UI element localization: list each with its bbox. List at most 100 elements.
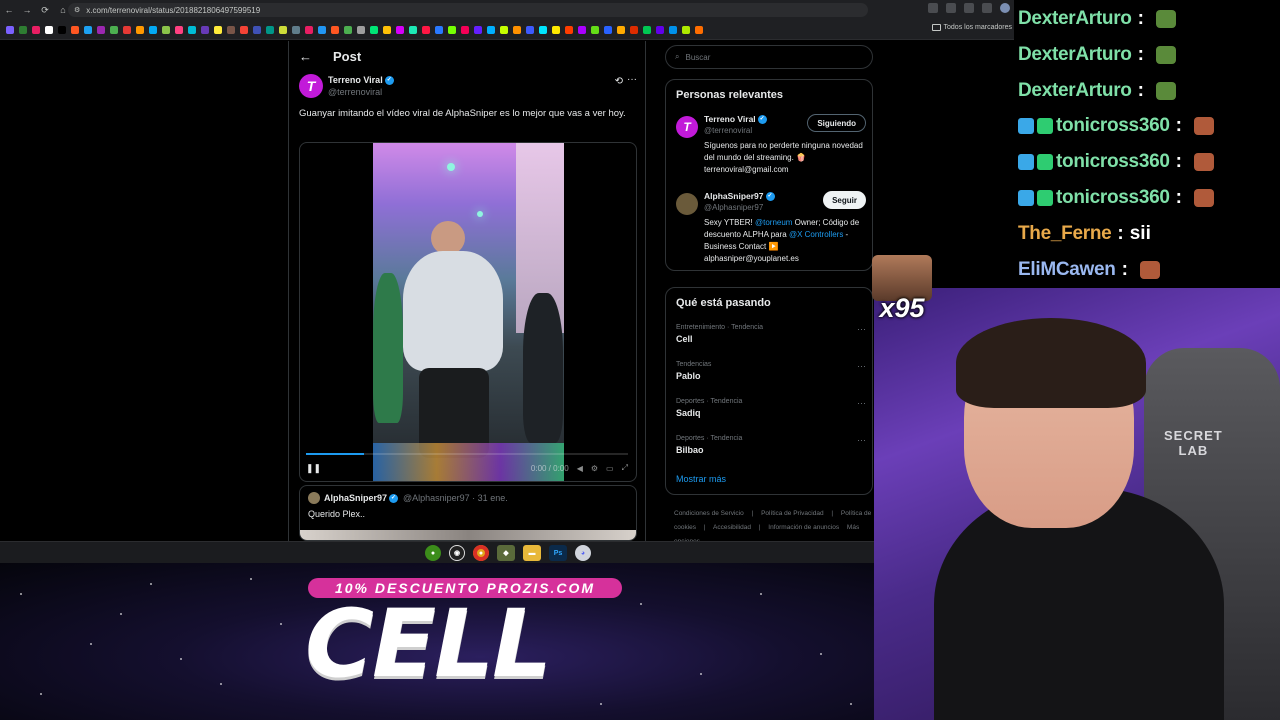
- bookmark-icon[interactable]: [84, 25, 92, 34]
- relevant-person[interactable]: T Terreno Viral ✓ @terrenoviral Síguenos …: [676, 114, 866, 184]
- bookmark-icon[interactable]: [136, 25, 144, 34]
- back-icon[interactable]: ←: [0, 5, 18, 15]
- back-arrow-icon[interactable]: ←: [299, 49, 319, 64]
- video-progress-bar[interactable]: [306, 453, 628, 455]
- more-options-icon[interactable]: ···: [857, 361, 866, 371]
- bookmark-icon[interactable]: [604, 25, 612, 34]
- trend-item[interactable]: Deportes · Tendencia Bilbao ···: [676, 435, 866, 455]
- avatar[interactable]: [308, 492, 320, 504]
- bookmark-icon[interactable]: [487, 25, 495, 34]
- bio-mention-link[interactable]: @X Controllers: [789, 230, 843, 239]
- more-options-icon[interactable]: ···: [857, 398, 866, 408]
- fullscreen-icon[interactable]: ⤢: [622, 463, 628, 473]
- bookmark-icon[interactable]: [448, 25, 456, 34]
- bookmark-icon[interactable]: [344, 25, 352, 34]
- footer-link[interactable]: Accesibilidad: [713, 524, 751, 531]
- more-options-icon[interactable]: ···: [857, 324, 866, 334]
- bookmark-icon[interactable]: [474, 25, 482, 34]
- bookmark-icon[interactable]: [305, 25, 313, 34]
- footer-link[interactable]: Política de Privacidad: [761, 510, 824, 517]
- author-name[interactable]: Terreno Viral: [328, 75, 383, 85]
- follow-button[interactable]: Seguir: [823, 191, 866, 209]
- bookmark-icon[interactable]: [539, 25, 547, 34]
- avatar[interactable]: T: [299, 74, 323, 98]
- bookmark-icon[interactable]: [669, 25, 677, 34]
- search-input[interactable]: [685, 52, 856, 62]
- bookmark-icon[interactable]: [32, 25, 40, 34]
- bookmark-icon[interactable]: [97, 25, 105, 34]
- pause-icon[interactable]: ❚❚: [306, 463, 321, 474]
- trend-name[interactable]: Cell: [676, 334, 866, 344]
- bookmark-icon[interactable]: [175, 25, 183, 34]
- trend-item[interactable]: Entretenimiento · Tendencia Cell ···: [676, 324, 866, 344]
- trend-item[interactable]: Tendencias Pablo ···: [676, 361, 866, 381]
- search-box[interactable]: ⌕: [665, 45, 873, 69]
- show-more-link[interactable]: Mostrar más: [676, 474, 726, 484]
- bookmark-icon[interactable]: [617, 25, 625, 34]
- bookmark-icon[interactable]: [110, 25, 118, 34]
- extension-icon[interactable]: [964, 3, 974, 13]
- bookmark-icon[interactable]: [643, 25, 651, 34]
- bookmark-icon[interactable]: [630, 25, 638, 34]
- trend-name[interactable]: Sadiq: [676, 408, 866, 418]
- relevant-handle[interactable]: @terrenoviral: [704, 126, 752, 135]
- trend-name[interactable]: Bilbao: [676, 445, 866, 455]
- bookmark-icon[interactable]: [227, 25, 235, 34]
- bookmark-icon[interactable]: [682, 25, 690, 34]
- bookmark-icon[interactable]: [201, 25, 209, 34]
- bookmark-icon[interactable]: [526, 25, 534, 34]
- following-button[interactable]: Siguiendo: [807, 114, 866, 132]
- bookmark-icon[interactable]: [383, 25, 391, 34]
- bookmark-icon[interactable]: [162, 25, 170, 34]
- profile-avatar[interactable]: [1000, 3, 1010, 13]
- photoshop-icon[interactable]: Ps: [549, 545, 567, 561]
- bookmark-icon[interactable]: [71, 25, 79, 34]
- bio-mention-link[interactable]: @torneum: [755, 218, 792, 227]
- bookmark-icon[interactable]: [565, 25, 573, 34]
- bookmark-icon[interactable]: [396, 25, 404, 34]
- trend-name[interactable]: Pablo: [676, 371, 866, 381]
- video-frame[interactable]: [373, 143, 564, 481]
- address-bar[interactable]: ⚙ x.com/terrenoviral/status/201882180649…: [68, 3, 868, 17]
- quote-media-thumbnail[interactable]: [300, 530, 636, 540]
- trend-item[interactable]: Deportes · Tendencia Sadiq ···: [676, 398, 866, 418]
- extension-icon[interactable]: [946, 3, 956, 13]
- relevant-name[interactable]: AlphaSniper97: [704, 191, 764, 201]
- quote-author-name[interactable]: AlphaSniper97: [324, 493, 387, 503]
- bookmark-icon[interactable]: [318, 25, 326, 34]
- bookmark-icon[interactable]: [292, 25, 300, 34]
- more-options-icon[interactable]: ···: [857, 435, 866, 445]
- author-handle[interactable]: @terrenoviral: [328, 87, 382, 97]
- bookmark-icon[interactable]: [188, 25, 196, 34]
- relevant-name[interactable]: Terreno Viral: [704, 114, 756, 124]
- bookmark-icon[interactable]: [695, 25, 703, 34]
- discord-icon[interactable]: ◕: [575, 545, 591, 561]
- bookmark-icon[interactable]: [45, 25, 53, 34]
- avatar[interactable]: T: [676, 116, 698, 138]
- bookmark-icon[interactable]: [214, 25, 222, 34]
- bookmark-icon[interactable]: [422, 25, 430, 34]
- xbox-icon[interactable]: ●: [425, 545, 441, 561]
- bookmark-icon[interactable]: [266, 25, 274, 34]
- avatar[interactable]: [676, 193, 698, 215]
- bookmark-icon[interactable]: [331, 25, 339, 34]
- bookmark-icon[interactable]: [253, 25, 261, 34]
- relevant-handle[interactable]: @Alphasniper97: [704, 203, 763, 212]
- reload-icon[interactable]: ⟳: [36, 5, 54, 16]
- bookmark-icon[interactable]: [500, 25, 508, 34]
- bookmark-icon[interactable]: [461, 25, 469, 34]
- bookmark-icon[interactable]: [123, 25, 131, 34]
- bookmark-icon[interactable]: [240, 25, 248, 34]
- extensions-puzzle-icon[interactable]: [982, 3, 992, 13]
- more-options-icon[interactable]: ···: [627, 74, 637, 85]
- bookmark-icon[interactable]: [370, 25, 378, 34]
- bookmark-icon[interactable]: [578, 25, 586, 34]
- site-info-icon[interactable]: ⚙: [74, 6, 80, 14]
- bookmark-icon[interactable]: [357, 25, 365, 34]
- forward-icon[interactable]: →: [18, 5, 36, 15]
- obs-icon[interactable]: ◉: [449, 545, 465, 561]
- bookmark-icon[interactable]: [6, 25, 14, 34]
- extension-icon[interactable]: [928, 3, 938, 13]
- settings-icon[interactable]: ⚙: [591, 464, 598, 473]
- quoted-post[interactable]: AlphaSniper97 ✓ @Alphasniper97 · 31 ene. …: [299, 485, 637, 541]
